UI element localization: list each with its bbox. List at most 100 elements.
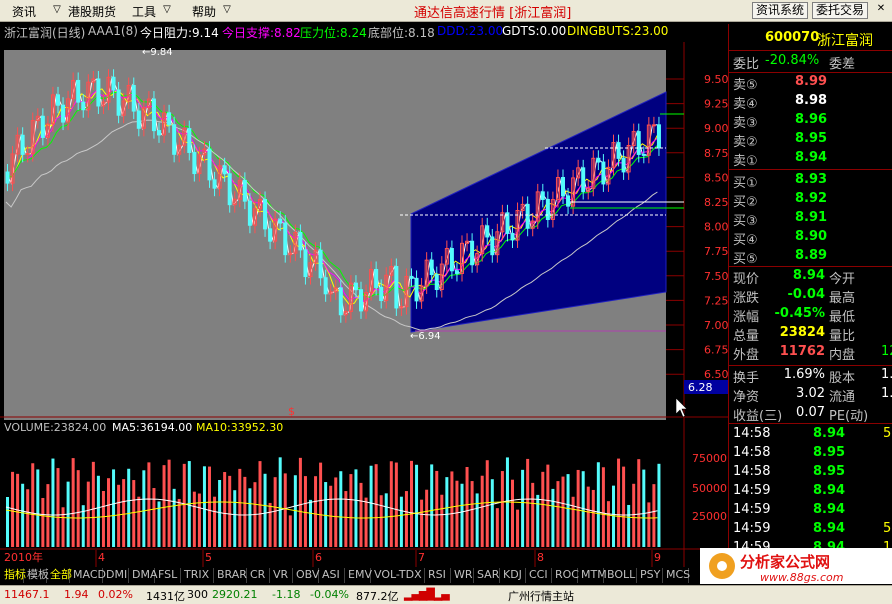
tab-指标[interactable]: 指标 (2, 568, 26, 583)
menu-tools-dropdown-icon[interactable]: ▽ (160, 4, 174, 18)
kline-chart[interactable]: 9.50 9.25 9.00 8.75 8.50 8.25 8.00 7.75 7.50 7.25… (0, 22, 728, 567)
tab-rsi[interactable]: RSI (426, 568, 451, 583)
menu-help-dropdown-icon[interactable]: ▽ (220, 4, 234, 18)
quote-row[interactable]: 买① 8.93 (729, 172, 892, 191)
price-axis-label: 7.25 (704, 294, 728, 307)
volume-bar (455, 480, 459, 547)
volume-bar (233, 490, 237, 547)
volume-bar (364, 497, 368, 547)
volume-bar (495, 508, 499, 547)
candle-body (116, 89, 121, 116)
volume-bar (551, 488, 555, 547)
volume-bar (596, 462, 600, 547)
quote-row[interactable]: 卖③ 8.96 (729, 112, 892, 131)
tab-boll[interactable]: BOLL (605, 568, 637, 583)
quote-row[interactable]: 买② 8.92 (729, 191, 892, 210)
volume-bar (606, 501, 610, 547)
candle-body (263, 198, 268, 230)
menu-news-dropdown-icon[interactable]: ▽ (50, 4, 64, 18)
tab-kdj[interactable]: KDJ (501, 568, 526, 583)
tab-fsl[interactable]: FSL (156, 568, 181, 583)
site-logo: 分析家公式网 www.88gs.com (700, 548, 892, 584)
quote-row[interactable]: 买③ 8.91 (729, 210, 892, 229)
quote-row[interactable]: 卖⑤ 8.99 (729, 74, 892, 93)
indicator-tab-bar: 指标 模板 全部 MACD DMI DMA FSL TRIX BRAR CR VR OBV ASI EMV… (0, 567, 728, 584)
weibi-row: 委比 -20.84% 委差 (733, 53, 856, 72)
server-name[interactable]: 广州行情主站 (508, 588, 574, 604)
candle-body (379, 286, 384, 302)
volume-bar (490, 479, 494, 547)
tab-trix[interactable]: TRIX (182, 568, 214, 583)
xaxis-month-label: 8 (537, 551, 544, 564)
tab-emv[interactable]: EMV (346, 568, 372, 583)
logo-text: 分析家公式网 (740, 553, 830, 571)
candle-body (268, 228, 273, 242)
sz-amount: 877.2亿 (356, 590, 399, 603)
candle-body (505, 212, 510, 234)
menu-hk-futures[interactable]: 港股期货 (68, 3, 116, 20)
volume-bar (516, 509, 520, 547)
volume-bar (6, 497, 9, 547)
price-axis-label: 7.75 (704, 245, 728, 258)
volume-bar (122, 479, 126, 547)
menu-tools[interactable]: 工具 (132, 3, 156, 20)
candle-body (621, 157, 626, 173)
close-icon[interactable]: ✕ (874, 3, 888, 17)
volume-label: VOLUME:23824.00 (4, 421, 106, 434)
tab-模板[interactable]: 模板 (25, 568, 49, 583)
candle-body (96, 78, 101, 107)
volume-bar (410, 460, 413, 547)
tab-roc[interactable]: ROC (553, 568, 579, 583)
tab-macd[interactable]: MACD (71, 568, 106, 583)
volume-bar (223, 472, 227, 547)
tab-vol-tdx[interactable]: VOL-TDX (372, 568, 425, 583)
candle-body (581, 167, 586, 192)
volume-bar (404, 491, 408, 547)
tab-wr[interactable]: WR (452, 568, 474, 583)
tab-vr[interactable]: VR (271, 568, 293, 583)
tab-mtm[interactable]: MTM (579, 568, 607, 583)
volume-bar (273, 477, 277, 547)
tab-dma[interactable]: DMA (130, 568, 158, 583)
volume-bar (339, 471, 343, 547)
tab-sar[interactable]: SAR (475, 568, 500, 583)
volume-bar (303, 476, 307, 547)
trade-button[interactable]: 委托交易 (812, 2, 869, 19)
tab-obv[interactable]: OBV (294, 568, 319, 583)
xaxis-month-label: 7 (418, 551, 425, 564)
tab-cci[interactable]: CCI (527, 568, 552, 583)
menu-news[interactable]: 资讯 (12, 3, 36, 20)
logo-url: www.88gs.com (760, 571, 843, 584)
volume-bar (425, 489, 429, 547)
menu-help[interactable]: 帮助 (192, 3, 216, 20)
divider (729, 169, 892, 170)
volume-bar (213, 496, 217, 547)
bottom-value: 底部位:8.18 (368, 26, 435, 40)
quote-row[interactable]: 卖① 8.94 (729, 150, 892, 169)
sz-index: 2920.21 (212, 588, 258, 601)
tab-psy[interactable]: PSY (638, 568, 663, 583)
candle-body (540, 191, 545, 200)
tab-全部[interactable]: 全部 (48, 568, 72, 583)
volume-bar (142, 470, 146, 547)
candle-body (454, 270, 459, 274)
quote-row[interactable]: 买④ 8.90 (729, 229, 892, 248)
candle-body (5, 171, 10, 184)
volume-bar (349, 474, 353, 547)
indicator-name[interactable]: AAA1(8) (88, 24, 138, 38)
tab-mcs[interactable]: MCS (664, 568, 690, 583)
candle-body (187, 128, 192, 153)
tick-row: 14:59 8.94 (733, 483, 846, 498)
quote-row[interactable]: 卖② 8.95 (729, 131, 892, 150)
quote-row[interactable]: 卖④ 8.98 (729, 93, 892, 112)
tab-dmi[interactable]: DMI (104, 568, 129, 583)
dollar-marker: $ (288, 405, 295, 418)
tab-asi[interactable]: ASI (320, 568, 345, 583)
xaxis-month-label: 9 (654, 551, 661, 564)
quote-row[interactable]: 买⑤ 8.89 (729, 248, 892, 267)
tab-brar[interactable]: BRAR (215, 568, 247, 583)
volume-bar (101, 491, 105, 547)
news-system-button[interactable]: 资讯系统 (752, 2, 809, 19)
volume-ma10: MA10:33952.30 (196, 421, 283, 434)
tab-cr[interactable]: CR (248, 568, 270, 583)
